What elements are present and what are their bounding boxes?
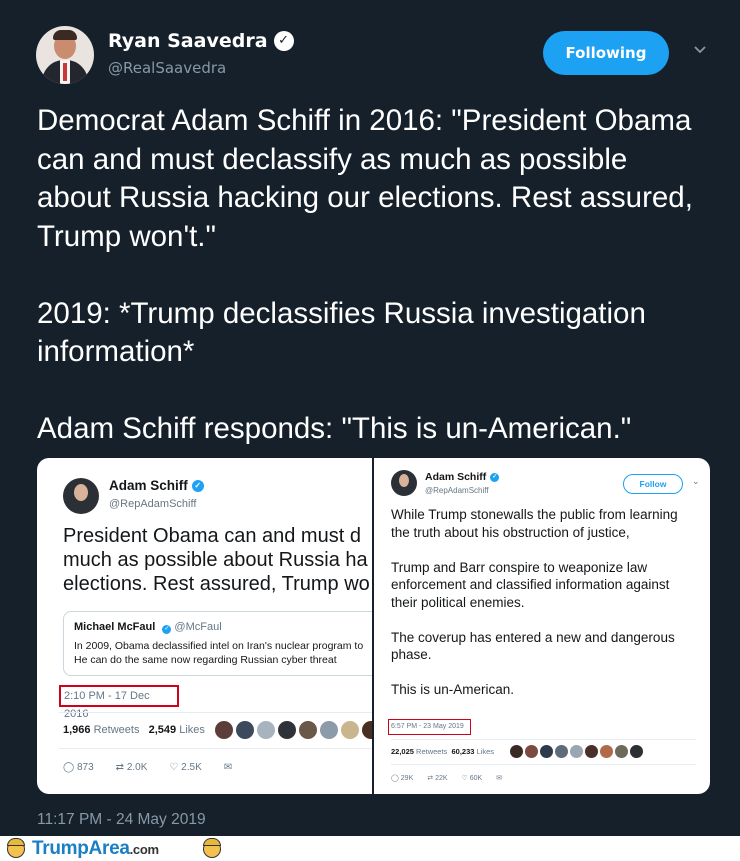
- tweet-timestamp[interactable]: 11:17 PM - 24 May 2019: [37, 811, 206, 829]
- highlighted-timestamp: 6:57 PM - 23 May 2019: [388, 719, 471, 735]
- embedded-author-name: Adam Schiff ✓: [425, 471, 500, 483]
- watermark-footer: TrumpArea.com: [0, 836, 740, 861]
- retweet-icon: ⇄ 22K: [427, 775, 448, 782]
- author-handle[interactable]: @RealSaavedra: [108, 59, 226, 77]
- tweet-paragraph: Adam Schiff responds: "This is un-Americ…: [37, 412, 632, 445]
- verified-badge-icon: ✓: [191, 479, 204, 492]
- liker-avatars: [215, 721, 372, 739]
- embedded-tweet-text: While Trump stonewalls the public from l…: [391, 507, 678, 697]
- following-button[interactable]: Following: [543, 31, 669, 75]
- mascot-icon: [4, 837, 28, 861]
- attached-image[interactable]: Adam Schiff ✓ @RepAdamSchiff President Ob…: [37, 458, 710, 794]
- highlighted-timestamp: 2:10 PM - 17 Dec 2016: [59, 685, 179, 720]
- message-icon: ✉: [223, 762, 233, 773]
- tweet-paragraph: Democrat Adam Schiff in 2016: "President…: [37, 104, 693, 253]
- verified-badge-icon: ✓: [162, 625, 172, 634]
- chevron-down-icon: ⌄: [692, 476, 700, 486]
- author-avatar[interactable]: [36, 26, 94, 84]
- mascot-icon: [200, 837, 224, 861]
- author-name[interactable]: Ryan Saavedra: [108, 30, 268, 52]
- embedded-tweet-2019: Adam Schiff ✓ @RepAdamSchiff Follow ⌄ Whi…: [374, 458, 710, 794]
- action-bar: ◯ 29K ⇄ 22K ♡ 60K ✉: [391, 774, 502, 782]
- engagement-stats: 22,025 Retweets 60,233 Likes: [391, 747, 495, 756]
- site-logo: TrumpArea.com: [0, 836, 159, 861]
- schiff-avatar: [391, 470, 417, 496]
- quoted-tweet: Michael McFaul ✓ @McFaul In 2009, Obama …: [63, 611, 372, 676]
- embedded-author-name: Adam Schiff ✓: [109, 478, 204, 493]
- schiff-avatar: [63, 478, 99, 514]
- liker-avatars: [510, 745, 645, 758]
- tweet-header: Ryan Saavedra ✓ @RealSaavedra Following: [36, 24, 706, 86]
- quoted-text: In 2009, Obama declassified intel on Ira…: [74, 640, 364, 666]
- reply-icon: ◯ 29K: [391, 775, 414, 782]
- engagement-stats: 1,966 Retweets 2,549 Likes: [63, 724, 205, 736]
- verified-badge-icon: ✓: [490, 472, 500, 482]
- tweet-text: Democrat Adam Schiff in 2016: "President…: [37, 102, 707, 449]
- embedded-author-handle: @RepAdamSchiff: [109, 498, 197, 510]
- action-bar: ◯ 873 ⇄ 2.0K ♡ 2.5K ✉: [63, 762, 232, 773]
- verified-badge-icon: ✓: [273, 31, 294, 51]
- follow-button: Follow: [623, 474, 683, 494]
- site-name: TrumpArea.com: [32, 837, 159, 859]
- quoted-author: Michael McFaul ✓ @McFaul: [74, 621, 222, 634]
- retweet-icon: ⇄ 2.0K: [115, 762, 148, 773]
- like-icon: ♡ 60K: [461, 775, 483, 782]
- like-icon: ♡ 2.5K: [169, 762, 202, 773]
- author-name-row[interactable]: Ryan Saavedra ✓: [108, 30, 294, 52]
- reply-icon: ◯ 873: [63, 762, 94, 773]
- embedded-tweet-2016: Adam Schiff ✓ @RepAdamSchiff President Ob…: [37, 458, 372, 794]
- tweet-paragraph: 2019: *Trump declassifies Russia investi…: [37, 296, 646, 369]
- message-icon: ✉: [496, 775, 503, 782]
- chevron-down-icon[interactable]: [692, 42, 708, 58]
- embedded-tweet-text: President Obama can and must d much as p…: [63, 525, 370, 595]
- embedded-author-handle: @RepAdamSchiff: [425, 486, 489, 495]
